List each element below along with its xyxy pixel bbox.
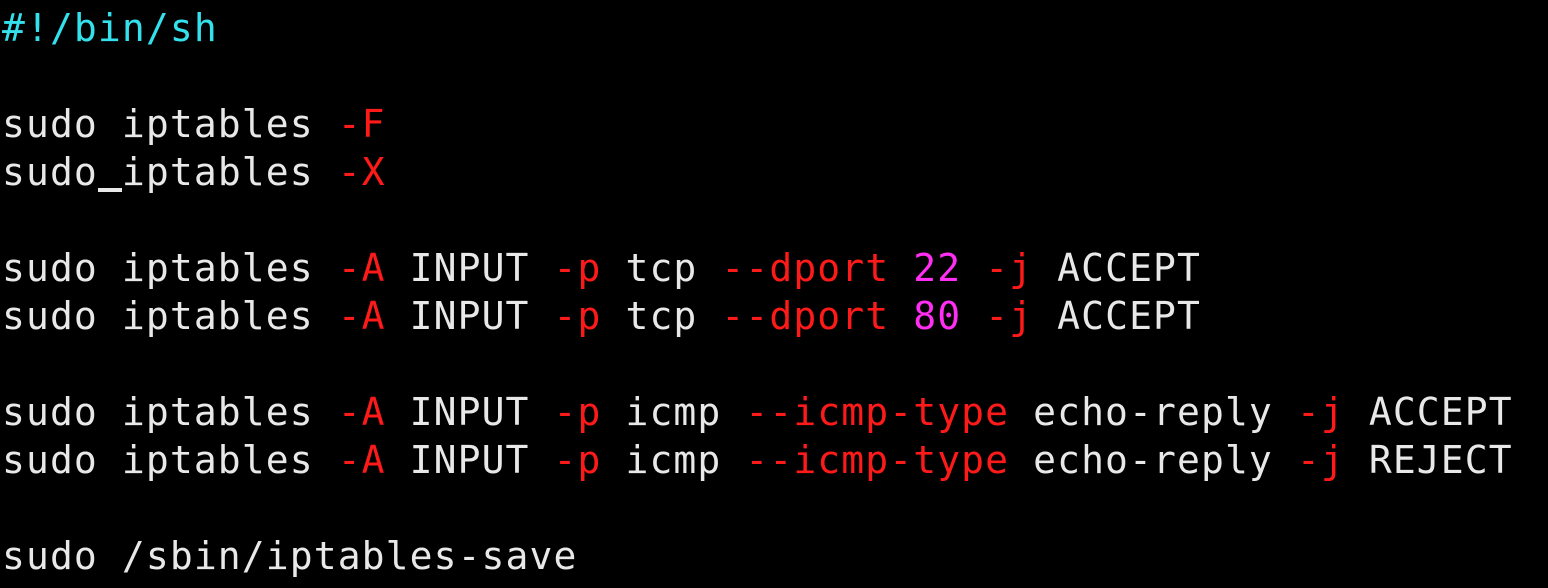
code-token-cmd: sudo /sbin/iptables-save [2, 534, 578, 578]
code-token-cmd: icmp [601, 390, 746, 434]
code-token-cmd: sudo iptables [2, 246, 338, 290]
code-line-save: sudo /sbin/iptables-save [2, 532, 577, 580]
code-line-reject-icmp: sudo iptables -A INPUT -p icmp --icmp-ty… [2, 436, 1513, 484]
text-cursor [97, 148, 122, 196]
code-token-cmd: sudo [2, 150, 98, 194]
code-token-flag: -A [337, 294, 386, 338]
code-line-delete-chains: sudo iptables -X [2, 148, 386, 196]
code-token-cmd: iptables [121, 150, 338, 194]
code-token-flag: -A [337, 390, 386, 434]
code-token-cmd: sudo iptables [2, 438, 338, 482]
code-token-cmd: INPUT [385, 438, 554, 482]
code-token-cmd [889, 294, 913, 338]
code-token-cmd: icmp [601, 438, 746, 482]
terminal-editor[interactable]: #!/bin/sh sudo iptables -F sudo iptables… [0, 0, 1548, 588]
code-token-flag: -j [985, 246, 1034, 290]
code-token-cmd: echo-reply [1009, 438, 1297, 482]
code-token-cmd: sudo iptables [2, 102, 338, 146]
code-token-flag: -A [337, 438, 386, 482]
code-token-cmd [961, 246, 985, 290]
code-token-flag: -j [985, 294, 1034, 338]
code-token-cmd: INPUT [385, 246, 554, 290]
empty-line-marker: ~ [2, 580, 22, 588]
code-line-accept-port-80: sudo iptables -A INPUT -p tcp --dport 80… [2, 292, 1201, 340]
code-token-flag: -F [337, 102, 386, 146]
code-token-flag: -j [1296, 390, 1345, 434]
code-token-flag: --icmp-type [745, 438, 1010, 482]
code-token-cmd: sudo iptables [2, 294, 338, 338]
code-line-flush: sudo iptables -F [2, 100, 386, 148]
code-token-cmd: ACCEPT [1344, 390, 1513, 434]
code-token-flag: -p [553, 246, 602, 290]
code-token-cmd: echo-reply [1009, 390, 1297, 434]
code-token-flag: --dport [721, 294, 890, 338]
code-token-cmd: ACCEPT [1033, 294, 1202, 338]
code-line-accept-port-22: sudo iptables -A INPUT -p tcp --dport 22… [2, 244, 1201, 292]
code-token-cmd [889, 246, 913, 290]
code-token-flag: -j [1296, 438, 1345, 482]
code-token-cmd: tcp [601, 294, 722, 338]
code-token-num: 80 [913, 294, 962, 338]
code-token-flag: -p [553, 438, 602, 482]
code-token-cmd: sudo iptables [2, 390, 338, 434]
code-token-flag: --dport [721, 246, 890, 290]
code-token-cmd [961, 294, 985, 338]
code-token-flag: -X [337, 150, 386, 194]
code-line-accept-icmp: sudo iptables -A INPUT -p icmp --icmp-ty… [2, 388, 1513, 436]
code-token-flag: -A [337, 246, 386, 290]
code-token-num: 22 [913, 246, 962, 290]
code-token-flag: --icmp-type [745, 390, 1010, 434]
code-token-cmd: tcp [601, 246, 722, 290]
code-token-cmd: INPUT [385, 294, 554, 338]
code-token-cmd: REJECT [1344, 438, 1513, 482]
code-token-flag: -p [553, 390, 602, 434]
code-token-shebang: #!/bin/sh [2, 6, 218, 50]
code-token-cmd: INPUT [385, 390, 554, 434]
code-token-flag: -p [553, 294, 602, 338]
code-token-cmd: ACCEPT [1033, 246, 1202, 290]
code-line-shebang: #!/bin/sh [2, 4, 218, 52]
